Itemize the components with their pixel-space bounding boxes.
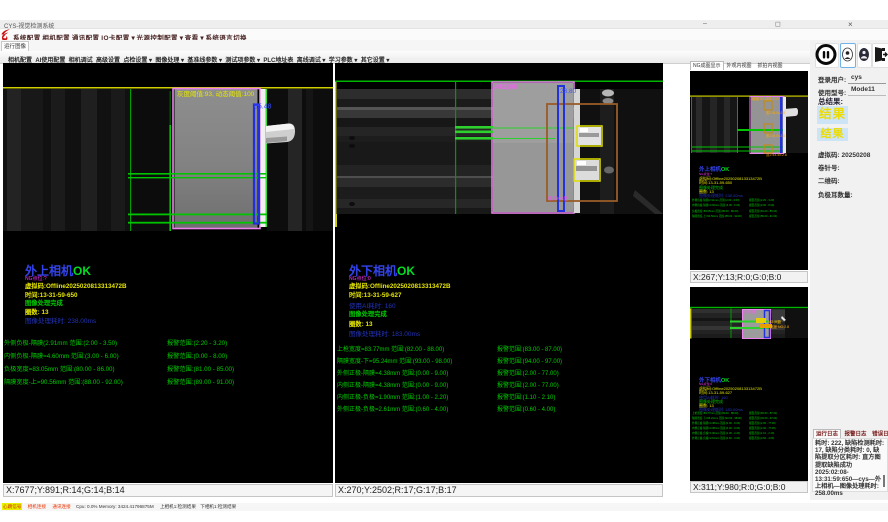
svg-text:宽2:44.0x:2.8: 宽2:44.0x:2.8 bbox=[766, 110, 785, 115]
svg-text:AI检测框: AI检测框 bbox=[744, 309, 757, 314]
svg-text:NG:间距: NG:间距 bbox=[768, 319, 782, 324]
svg-text:23.80: 23.80 bbox=[560, 88, 577, 95]
svg-text:宽2:44.0x:2.8: 宽2:44.0x:2.8 bbox=[766, 133, 785, 138]
svg-text:AI检测框: AI检测框 bbox=[494, 83, 518, 91]
svg-text:极耳NG区: 极耳NG区 bbox=[548, 195, 569, 202]
svg-text:宽度 NG:2.8: 宽度 NG:2.8 bbox=[770, 324, 789, 329]
svg-text:灰度阈值:93, 动态阈值:100: 灰度阈值:93, 动态阈值:100 bbox=[177, 89, 255, 98]
svg-text:阈值:93,动态:100: 阈值:93,动态:100 bbox=[752, 96, 779, 101]
svg-text:85.48: 85.48 bbox=[254, 104, 272, 111]
